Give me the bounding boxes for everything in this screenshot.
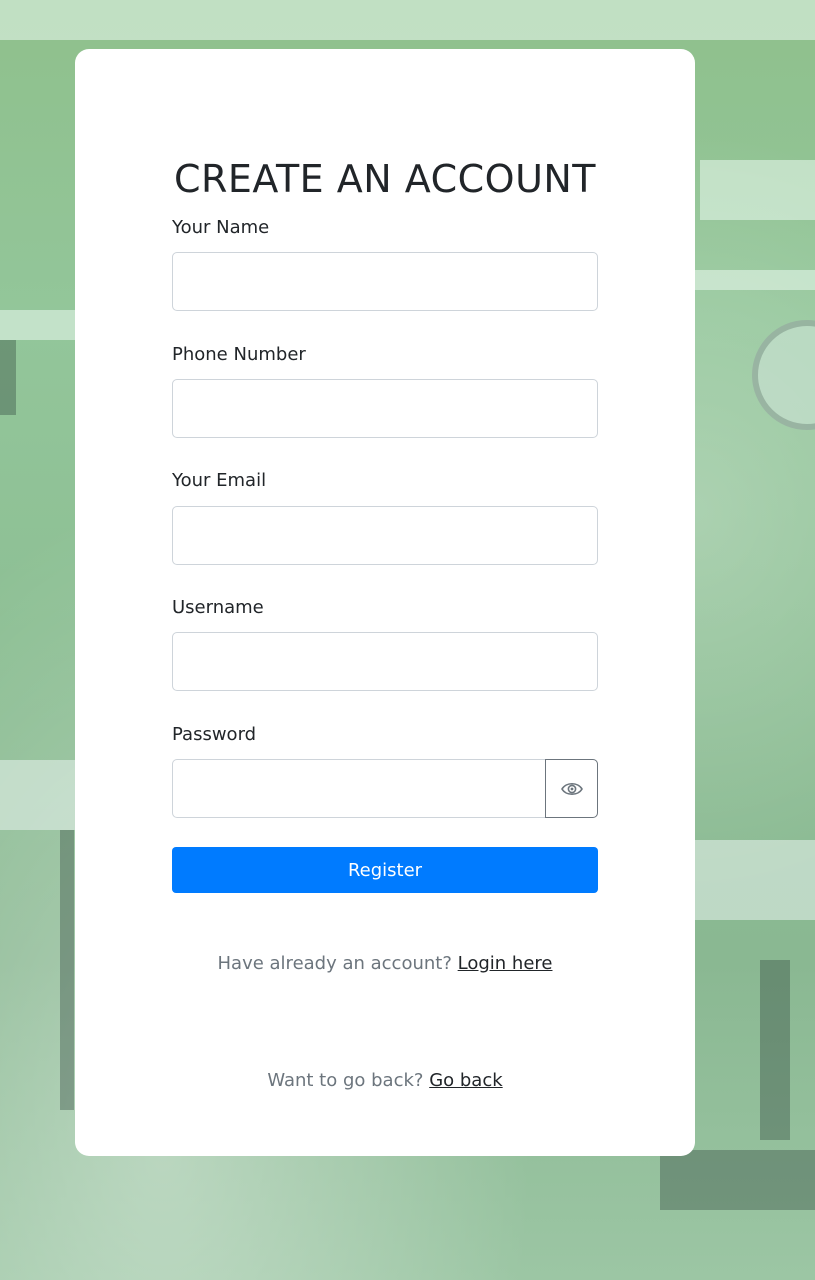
password-label: Password xyxy=(172,724,257,745)
go-back-link[interactable]: Go back xyxy=(429,1070,502,1091)
register-button[interactable]: Register xyxy=(172,847,598,893)
back-prompt: Want to go back? Go back xyxy=(75,1070,695,1091)
back-prompt-text: Want to go back? xyxy=(267,1070,424,1091)
toggle-password-button[interactable] xyxy=(545,759,598,818)
name-input[interactable] xyxy=(172,252,598,311)
phone-label: Phone Number xyxy=(172,344,306,365)
name-label: Your Name xyxy=(172,217,270,238)
eye-icon xyxy=(560,782,583,795)
login-prompt-text: Have already an account? xyxy=(217,953,452,974)
username-input[interactable] xyxy=(172,632,598,691)
login-prompt: Have already an account? Login here xyxy=(75,953,695,974)
username-label: Username xyxy=(172,597,264,618)
email-input[interactable] xyxy=(172,506,598,565)
register-card: CREATE AN ACCOUNT Your Name Phone Number… xyxy=(75,49,695,1156)
password-input[interactable] xyxy=(172,759,546,818)
email-label: Your Email xyxy=(172,470,267,491)
login-link[interactable]: Login here xyxy=(458,953,553,974)
page-title: CREATE AN ACCOUNT xyxy=(173,157,597,201)
phone-input[interactable] xyxy=(172,379,598,438)
